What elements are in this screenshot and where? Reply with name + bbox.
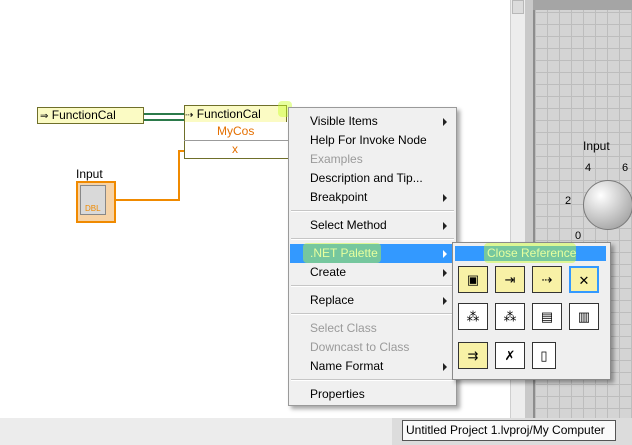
invoke-node-icon[interactable]: ⇢ <box>532 266 562 293</box>
menu-separator <box>291 238 454 240</box>
ref-node-label: FunctionCal <box>51 108 116 122</box>
menu-item-breakpoint[interactable]: Breakpoint <box>290 188 455 207</box>
submenu-arrow-icon <box>443 297 447 305</box>
property-node-icon[interactable]: ⇥ <box>495 266 525 293</box>
menu-item-description[interactable]: Description and Tip... <box>290 169 455 188</box>
control-label: Input <box>76 167 103 181</box>
project-status-bar: Untitled Project 1.lvproj/My Computer <box>402 420 616 441</box>
knob-tick-label: 6 <box>622 162 629 174</box>
menu-item-create[interactable]: Create <box>290 263 455 282</box>
net-reference-constant[interactable]: ⇒ FunctionCal <box>37 107 144 124</box>
menu-item-properties[interactable]: Properties <box>290 385 455 404</box>
submenu-arrow-icon <box>443 222 447 230</box>
invoke-divider <box>184 140 288 141</box>
input-wire[interactable] <box>114 199 178 201</box>
parameter-name[interactable]: x <box>232 142 238 156</box>
context-menu[interactable]: Visible Items Help For Invoke Node Examp… <box>288 107 457 406</box>
menu-separator <box>291 210 454 212</box>
front-panel-toolbar <box>533 0 632 10</box>
menu-item-select-class: Select Class <box>310 321 377 335</box>
menu-item-select-method[interactable]: Select Method <box>290 216 455 235</box>
close-reference-icon[interactable]: ✕ <box>569 266 599 293</box>
menu-separator <box>291 379 454 381</box>
knob-tick-label: 4 <box>585 162 592 174</box>
menu-item-help[interactable]: Help For Invoke Node <box>290 131 455 150</box>
menu-item-visible-items[interactable]: Visible Items <box>290 112 455 131</box>
annotation-highlight <box>484 243 576 263</box>
input-wire[interactable] <box>178 150 180 201</box>
register-event-callback-icon[interactable]: ⇉ <box>458 342 488 369</box>
submenu-arrow-icon <box>443 118 447 126</box>
constructor-node-icon[interactable]: ▣ <box>458 266 488 293</box>
unregister-for-events-icon[interactable]: ✗ <box>495 342 525 369</box>
menu-item-replace[interactable]: Replace <box>290 291 455 310</box>
submenu-arrow-icon <box>443 194 447 202</box>
menu-item-name-format[interactable]: Name Format <box>290 357 455 376</box>
reference-wire[interactable] <box>142 113 184 121</box>
submenu-arrow-icon <box>443 363 447 371</box>
menu-separator <box>291 313 454 315</box>
scrollbar-thumb[interactable] <box>512 0 524 14</box>
to-net-object-icon[interactable]: ▥ <box>569 303 599 330</box>
knob-terminal-icon: DBL <box>80 185 106 215</box>
invoke-node-label: FunctionCal <box>196 107 261 121</box>
menu-separator <box>291 285 454 287</box>
knob-tick-label: 0 <box>575 230 582 242</box>
to-more-generic-class-icon[interactable]: ⁂ <box>458 303 488 330</box>
dbl-label: DBL <box>85 204 101 213</box>
method-name[interactable]: MyCos <box>217 124 254 138</box>
to-more-specific-class-icon[interactable]: ⁂ <box>495 303 525 330</box>
menu-item-examples: Examples <box>310 152 363 166</box>
invoke-arrow-icon: ⇢ <box>185 110 194 121</box>
submenu-arrow-icon <box>443 269 447 277</box>
static-vi-reference-icon[interactable]: ▤ <box>532 303 562 330</box>
annotation-highlight <box>303 243 381 263</box>
knob-tick-label: 2 <box>565 195 572 207</box>
input-knob[interactable] <box>583 180 632 230</box>
knob-label: Input <box>583 139 610 153</box>
menu-item-downcast: Downcast to Class <box>310 340 410 354</box>
net-container-icon[interactable]: ▯ <box>532 342 556 369</box>
submenu-arrow-icon <box>443 250 447 258</box>
reference-icon: ⇒ <box>40 111 49 122</box>
